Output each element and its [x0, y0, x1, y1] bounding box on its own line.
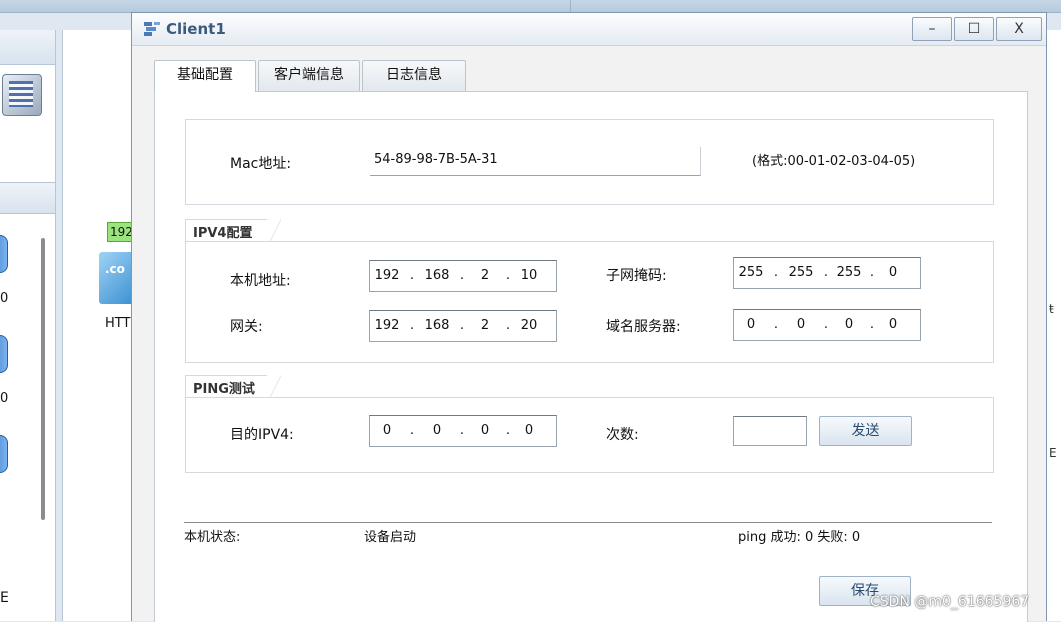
subnet-mask-input[interactable]: 255. 255. 255. 0 [733, 257, 921, 289]
ip-octet: 255 [836, 265, 862, 280]
ip-octet: 192 [374, 268, 400, 283]
ip-dot: . [505, 423, 511, 438]
tab-basic-config[interactable]: 基础配置 [154, 60, 256, 92]
ip-octet: 2 [480, 268, 490, 283]
count-input[interactable] [733, 416, 807, 446]
title-bar[interactable]: Client1 – ☐ X [132, 13, 1046, 46]
canvas-label: E [1049, 446, 1057, 460]
tab-client-info[interactable]: 客户端信息 [258, 60, 360, 91]
device-label: 0 [0, 291, 9, 306]
dns-server-input[interactable]: 0. 0. 0. 0 [733, 309, 921, 341]
ip-dot: . [459, 318, 465, 333]
ip-octet: 168 [424, 318, 450, 333]
ip-octet: 192 [374, 318, 400, 333]
ip-octet: 0 [524, 423, 534, 438]
local-address-input[interactable]: 192. 168. 2. 10 [369, 260, 557, 292]
ip-dot: . [505, 318, 511, 333]
basic-config-panel: Mac地址: 54-89-98-7B-5A-31 (格式:00-01-02-03… [154, 91, 1028, 622]
close-button[interactable]: X [996, 17, 1042, 41]
network-client-icon [144, 22, 160, 36]
server-icon-text: .co [105, 262, 125, 276]
mac-address-value: 54-89-98-7B-5A-31 [374, 152, 498, 167]
device-panel-header-2 [0, 182, 55, 214]
count-label: 次数: [606, 427, 639, 443]
minimize-button[interactable]: – [912, 17, 952, 41]
router-icon[interactable] [0, 335, 8, 373]
subnet-mask-label: 子网掩码: [606, 268, 667, 284]
ip-octet: 0 [844, 317, 854, 332]
ip-octet: 0 [796, 317, 806, 332]
send-button[interactable]: 发送 [819, 416, 912, 446]
device-status-value: 设备启动 [364, 530, 417, 545]
window-title: Client1 [166, 20, 226, 38]
ip-octet: 0 [888, 317, 898, 332]
ip-octet: 2 [480, 318, 490, 333]
gateway-label: 网关: [230, 319, 263, 335]
device-label: 0 [0, 391, 9, 406]
ip-octet: 0 [382, 423, 392, 438]
device-panel-header [0, 30, 55, 65]
ip-dot: . [823, 317, 829, 332]
router-icon[interactable] [0, 435, 8, 473]
ip-dot: . [869, 317, 875, 332]
http-server-icon[interactable]: .co [99, 252, 135, 304]
server-label: HTT [105, 316, 131, 331]
dns-server-label: 域名服务器: [606, 319, 681, 335]
ping-result: ping 成功: 0 失败: 0 [738, 530, 861, 545]
tab-log-info[interactable]: 日志信息 [362, 60, 466, 91]
mac-group: Mac地址: 54-89-98-7B-5A-31 (格式:00-01-02-03… [185, 119, 994, 205]
ip-octet: 0 [432, 423, 442, 438]
device-list-panel: 0 0 E [0, 30, 56, 621]
watermark: CSDN @m0_61665967 [870, 594, 1030, 610]
topology-canvas-right[interactable] [1047, 30, 1061, 621]
ip-octet: 255 [788, 265, 814, 280]
ip-octet: 0 [888, 265, 898, 280]
ip-dot: . [409, 423, 415, 438]
ip-dot: . [505, 268, 511, 283]
ip-dot: . [823, 265, 829, 280]
maximize-button[interactable]: ☐ [954, 17, 994, 41]
ping-group: 目的IPV4: 0. 0. 0. 0 次数: 发送 [185, 397, 994, 473]
ip-dot: . [773, 317, 779, 332]
ip-octet: 20 [520, 318, 538, 333]
ipv4-group: 本机地址: 192. 168. 2. 10 子网掩码: 255. 255. 25… [185, 241, 994, 363]
ip-octet: 0 [746, 317, 756, 332]
dest-ipv4-input[interactable]: 0. 0. 0. 0 [369, 415, 557, 447]
ip-octet: 255 [738, 265, 764, 280]
mac-label: Mac地址: [230, 156, 292, 172]
ip-octet: 168 [424, 268, 450, 283]
dest-ipv4-label: 目的IPV4: [230, 427, 294, 443]
canvas-label: ŧ [1049, 302, 1054, 316]
device-label: E [0, 590, 9, 606]
ip-octet: 0 [480, 423, 490, 438]
ip-octet: 10 [520, 268, 538, 283]
ip-dot: . [459, 423, 465, 438]
ip-dot: . [869, 265, 875, 280]
mac-format-hint: (格式:00-01-02-03-04-05) [752, 154, 916, 169]
toolbar-divider [570, 0, 571, 12]
gateway-input[interactable]: 192. 168. 2. 20 [369, 310, 557, 342]
server-device-icon[interactable] [2, 74, 42, 116]
ip-dot: . [409, 318, 415, 333]
ip-dot: . [773, 265, 779, 280]
device-status-label: 本机状态: [184, 530, 241, 545]
status-separator [184, 522, 992, 523]
local-address-label: 本机地址: [230, 273, 291, 289]
ip-dot: . [459, 268, 465, 283]
ip-dot: . [409, 268, 415, 283]
device-list-scrollbar[interactable] [41, 238, 45, 520]
mac-address-input[interactable]: 54-89-98-7B-5A-31 [370, 147, 701, 176]
client-config-window: Client1 – ☐ X 基础配置 客户端信息 日志信息 Mac地址: 54-… [131, 12, 1047, 622]
router-icon[interactable] [0, 235, 8, 273]
